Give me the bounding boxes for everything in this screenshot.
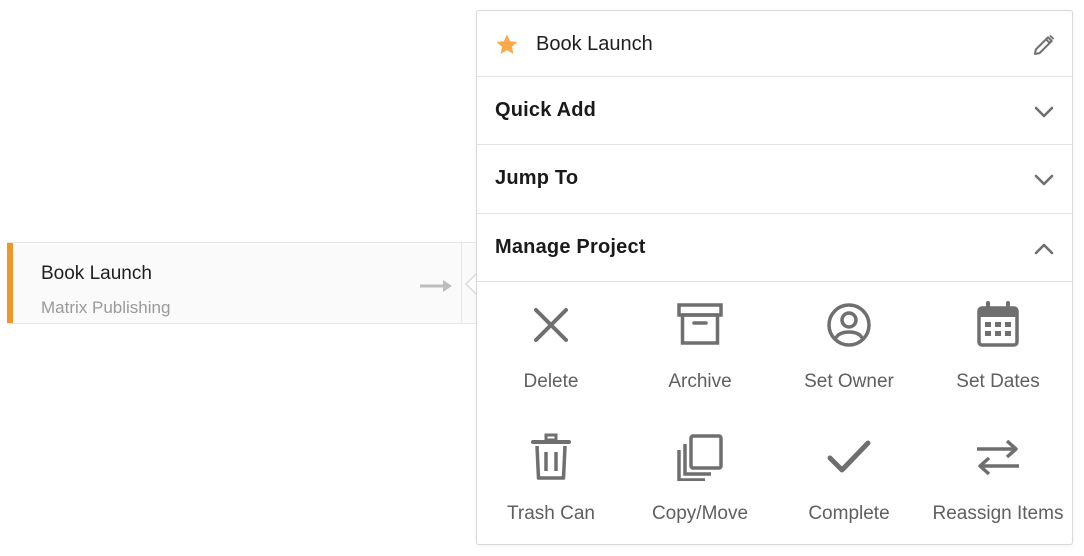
close-icon	[534, 308, 568, 342]
section-title-manage-project: Manage Project	[495, 236, 646, 258]
delete-button[interactable]: Delete	[477, 301, 625, 393]
complete-button[interactable]: Complete	[775, 433, 923, 525]
trash-can-button[interactable]: Trash Can	[477, 433, 625, 525]
project-name: Book Launch	[41, 263, 152, 284]
swap-arrows-icon	[977, 439, 1019, 476]
archive-button[interactable]: Archive	[626, 301, 774, 393]
chevron-down-icon[interactable]	[1033, 169, 1055, 191]
project-accent-bar	[7, 243, 13, 323]
popover-title: Book Launch	[536, 33, 653, 55]
reassign-items-label: Reassign Items	[932, 503, 1064, 524]
chevron-up-icon[interactable]	[1033, 238, 1055, 260]
trash-can-label: Trash Can	[507, 503, 595, 524]
section-jump-to[interactable]: Jump To	[477, 145, 1072, 214]
section-title-jump-to: Jump To	[495, 167, 579, 189]
section-title-quick-add: Quick Add	[495, 99, 597, 121]
delete-label: Delete	[523, 371, 579, 392]
pencil-icon[interactable]	[1032, 33, 1056, 57]
copy-move-button[interactable]: Copy/Move	[626, 433, 774, 525]
user-circle-icon	[827, 303, 871, 347]
arrow-right-icon[interactable]	[419, 279, 453, 293]
set-dates-label: Set Dates	[956, 371, 1040, 392]
archive-label: Archive	[668, 371, 732, 392]
set-dates-button[interactable]: Set Dates	[924, 301, 1072, 393]
trash-icon	[531, 433, 571, 480]
copy-move-label: Copy/Move	[651, 503, 749, 524]
chevron-down-icon[interactable]	[1033, 101, 1055, 123]
star-icon[interactable]	[495, 33, 519, 57]
set-owner-label: Set Owner	[804, 371, 894, 392]
copy-icon	[677, 434, 723, 481]
project-client: Matrix Publishing	[41, 298, 171, 317]
project-card[interactable]: Book Launch Matrix Publishing	[7, 242, 477, 324]
checkmark-icon	[827, 440, 871, 473]
archive-box-icon	[677, 303, 723, 345]
complete-label: Complete	[808, 503, 890, 524]
calendar-icon	[977, 301, 1019, 347]
section-quick-add[interactable]: Quick Add	[477, 77, 1072, 145]
set-owner-button[interactable]: Set Owner	[775, 301, 923, 393]
popover-header: Book Launch	[477, 11, 1072, 77]
manage-project-actions: Delete Archive Set Owner Set Dates Trash…	[477, 283, 1072, 545]
reassign-items-button[interactable]: Reassign Items	[924, 433, 1072, 525]
project-menu-popover: Book Launch Quick Add Jump To Manage Pro…	[476, 10, 1073, 545]
section-manage-project[interactable]: Manage Project	[477, 214, 1072, 282]
card-divider	[461, 243, 462, 323]
